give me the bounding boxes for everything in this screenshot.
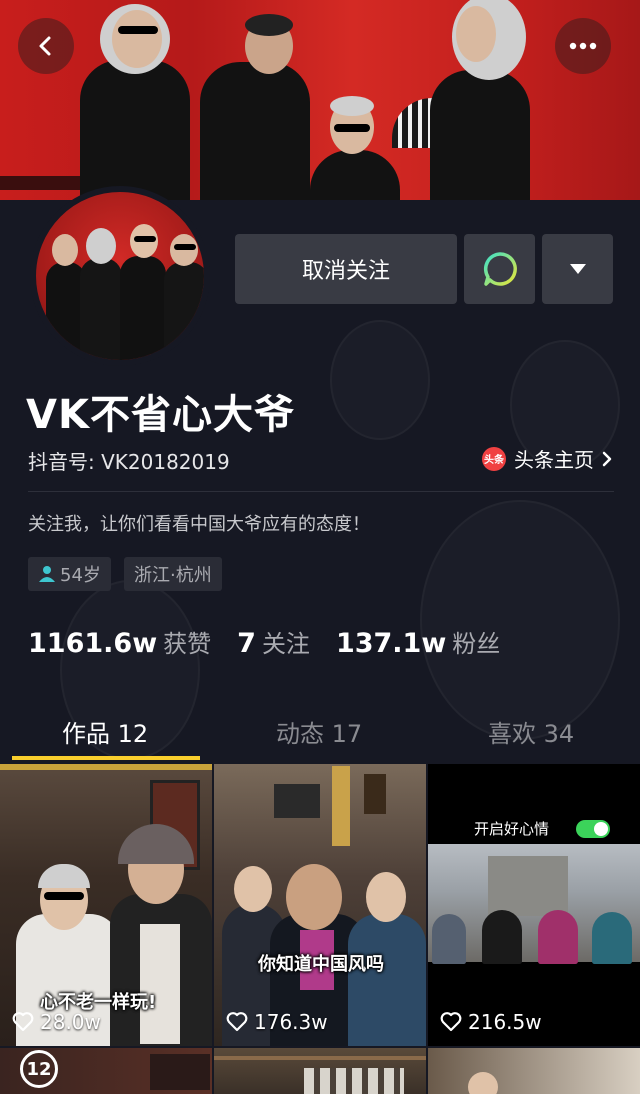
caret-down-icon xyxy=(569,264,586,274)
pinned-number-badge: 12 xyxy=(20,1050,58,1088)
like-count: 28.0w xyxy=(12,1010,101,1034)
toutiao-logo-icon: 头条 xyxy=(482,446,506,471)
profile-name: VK不省心大爷 xyxy=(26,392,295,438)
unfollow-button[interactable]: 取消关注 xyxy=(235,234,457,304)
stat-likes[interactable]: 1161.6w 获赞 xyxy=(28,624,211,659)
tab-likes[interactable]: 喜欢 34 xyxy=(488,714,574,749)
video-caption: 你知道中国风吗 xyxy=(258,954,384,975)
stat-following[interactable]: 7 关注 xyxy=(237,624,310,659)
toutiao-link-label: 头条主页 xyxy=(514,448,594,472)
expand-button[interactable] xyxy=(542,234,613,304)
message-button[interactable] xyxy=(464,234,535,304)
back-chevron-icon xyxy=(39,36,51,56)
age-label: 54岁 xyxy=(60,565,101,586)
avatar[interactable] xyxy=(30,186,210,366)
heart-icon xyxy=(12,1012,34,1032)
divider xyxy=(28,491,614,492)
person-icon xyxy=(39,566,55,582)
more-dots-icon xyxy=(569,42,597,50)
video-thumbnail[interactable] xyxy=(428,1048,640,1094)
video-thumbnail[interactable]: 心不老一样玩! 28.0w xyxy=(0,764,212,1046)
chevron-right-icon xyxy=(602,451,612,466)
location-label: 浙江·杭州 xyxy=(134,565,212,586)
toutiao-homepage-link[interactable]: 头条 头条主页 xyxy=(482,444,612,473)
heart-icon xyxy=(226,1012,248,1032)
video-thumbnail[interactable]: 你知道中国风吗 176.3w xyxy=(214,764,426,1046)
tab-indicator xyxy=(12,756,200,760)
douyin-id: 抖音号: VK20182019 xyxy=(28,450,230,474)
back-button[interactable] xyxy=(18,18,74,74)
content-tabs: 作品 12 动态 17 喜欢 34 xyxy=(0,700,640,762)
chat-bubble-icon xyxy=(483,252,517,286)
more-options-button[interactable] xyxy=(555,18,611,74)
like-count: 176.3w xyxy=(226,1010,328,1034)
stat-followers[interactable]: 137.1w 粉丝 xyxy=(336,624,500,659)
toggle-switch xyxy=(576,820,610,838)
location-tag: 浙江·杭州 xyxy=(124,557,222,591)
bio-text: 关注我，让你们看看中国大爷应有的态度！ xyxy=(28,514,370,535)
video-thumbnail[interactable] xyxy=(214,1048,426,1094)
tab-works[interactable]: 作品 12 xyxy=(62,714,148,749)
heart-icon xyxy=(440,1012,462,1032)
video-thumbnail[interactable]: 开启好心情 216.5w xyxy=(428,764,640,1046)
like-count: 216.5w xyxy=(440,1010,542,1034)
video-thumbnail[interactable]: 12 xyxy=(0,1048,212,1094)
unfollow-label: 取消关注 xyxy=(301,259,390,284)
age-tag: 54岁 xyxy=(28,557,111,591)
stats-row: 1161.6w 获赞 7 关注 137.1w 粉丝 xyxy=(28,624,500,659)
video-caption: 开启好心情 xyxy=(474,820,550,838)
tab-posts[interactable]: 动态 17 xyxy=(276,714,362,749)
cover-photo xyxy=(0,0,640,200)
